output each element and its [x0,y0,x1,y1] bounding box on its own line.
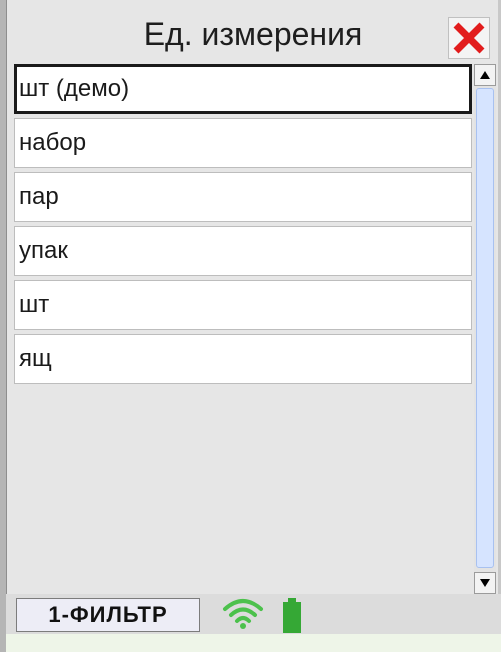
window-left-edge [0,0,7,652]
filter-button[interactable]: 1-ФИЛЬТР [16,598,200,632]
unit-item-sht-demo[interactable]: шт (демо) [14,64,472,114]
battery-icon [283,598,301,633]
arrow-up-icon [480,71,490,79]
window-title: Ед. измерения [143,16,363,52]
status-bar: 1-ФИЛЬТР [6,594,501,634]
arrow-down-icon [480,579,490,587]
unit-item-nabor[interactable]: набор [14,118,472,168]
unit-item-yasch[interactable]: ящ [14,334,472,384]
scroll-down-button[interactable] [474,572,496,594]
scroll-thumb[interactable] [476,88,494,568]
scroll-up-button[interactable] [474,64,496,86]
unit-picker-window: Ед. измерения шт (демо) набор пар упак ш… [0,0,501,652]
close-icon [453,22,485,54]
close-button[interactable] [448,17,490,59]
unit-item-upak[interactable]: упак [14,226,472,276]
unit-item-par[interactable]: пар [14,172,472,222]
bottom-strip [6,634,501,652]
wifi-icon [223,599,263,629]
vertical-scrollbar[interactable] [474,64,496,594]
unit-item-sht[interactable]: шт [14,280,472,330]
units-list: шт (демо) набор пар упак шт ящ [14,64,472,388]
